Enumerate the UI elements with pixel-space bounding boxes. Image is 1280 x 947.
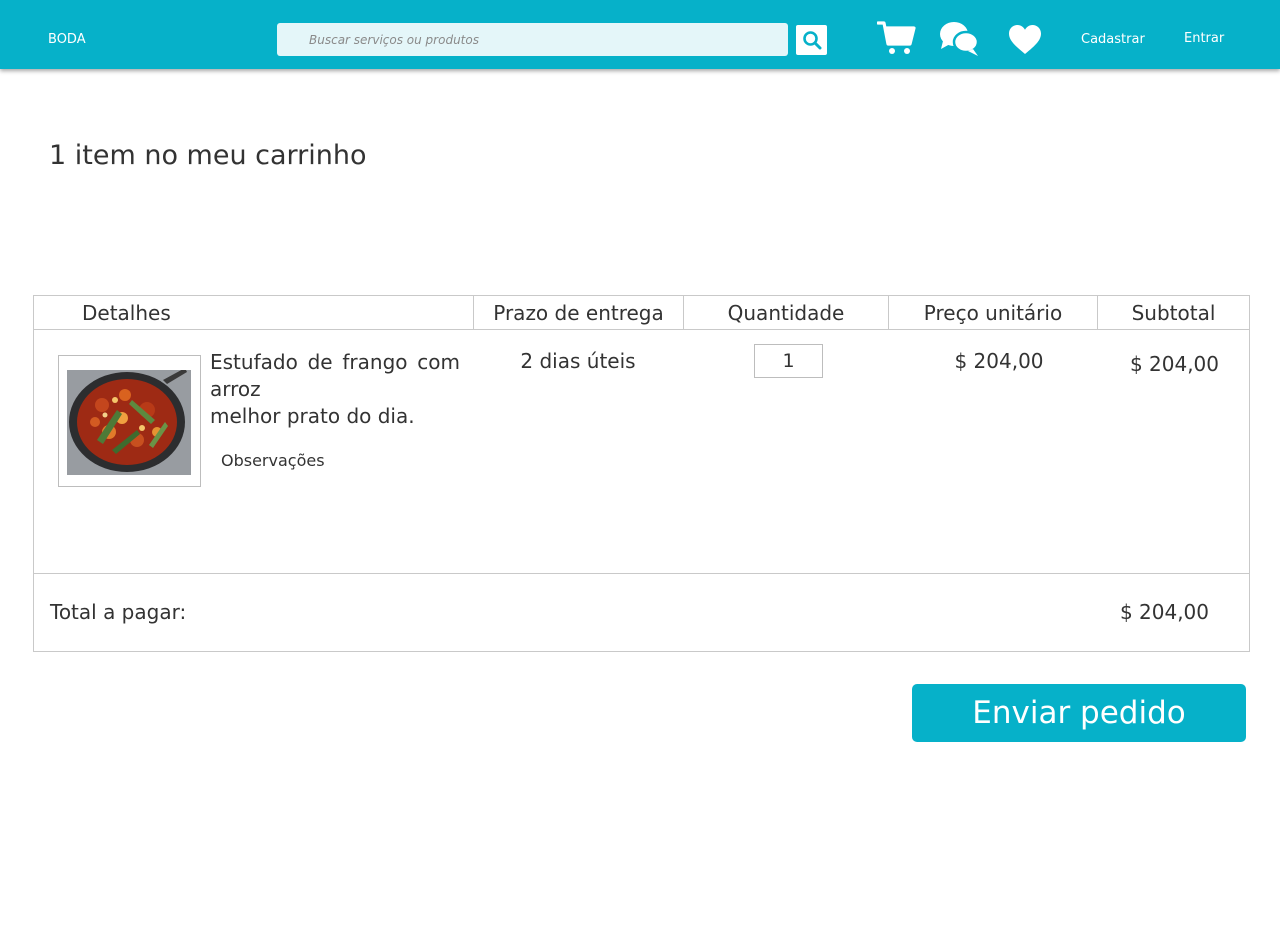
unit-price: $ 204,00: [954, 349, 1044, 373]
table-header: Detalhes Prazo de entrega Quantidade Pre…: [34, 296, 1249, 330]
signup-link[interactable]: Cadastrar: [1081, 32, 1145, 47]
column-header-delivery: Prazo de entrega: [473, 296, 683, 329]
total-label: Total a pagar:: [50, 600, 187, 624]
product-image: [58, 355, 201, 487]
column-header-unit-price: Preço unitário: [888, 296, 1097, 329]
column-header-details: Detalhes: [82, 301, 171, 325]
total-value: $ 204,00: [1119, 600, 1209, 624]
product-description: Estufado de frango com arroz melhor prat…: [210, 349, 460, 430]
column-header-subtotal: Subtotal: [1097, 296, 1249, 329]
product-tagline: melhor prato do dia.: [210, 404, 415, 428]
delivery-time: 2 dias úteis: [520, 349, 636, 373]
favorites-button[interactable]: [1008, 24, 1042, 56]
cart-item-row: Estufado de frango com arroz melhor prat…: [34, 329, 1249, 574]
notes-link[interactable]: Observações: [221, 451, 325, 470]
column-header-quantity: Quantidade: [683, 296, 888, 329]
product-name-line1: Estufado de frango com: [210, 350, 460, 374]
product-name-line2: arroz: [210, 377, 261, 401]
brand-logo[interactable]: BODA: [48, 32, 86, 47]
search-input[interactable]: [277, 23, 788, 56]
search-icon: [802, 31, 821, 50]
cart-table: Detalhes Prazo de entrega Quantidade Pre…: [33, 295, 1250, 652]
heart-icon: [1009, 25, 1041, 54]
login-link[interactable]: Entrar: [1184, 31, 1224, 46]
search-button[interactable]: [796, 25, 827, 55]
page-title: 1 item no meu carrinho: [49, 140, 367, 171]
send-order-button[interactable]: Enviar pedido: [912, 684, 1246, 742]
chat-button[interactable]: [939, 20, 981, 58]
top-navigation-bar: BODA Cadastrar Entrar: [0, 0, 1280, 69]
cart-icon: [877, 21, 916, 54]
cart-button[interactable]: [877, 19, 917, 57]
chat-icon: [940, 22, 980, 56]
quantity-input[interactable]: [754, 344, 823, 378]
item-subtotal: $ 204,00: [1129, 352, 1219, 376]
food-dish-image: [67, 370, 191, 475]
